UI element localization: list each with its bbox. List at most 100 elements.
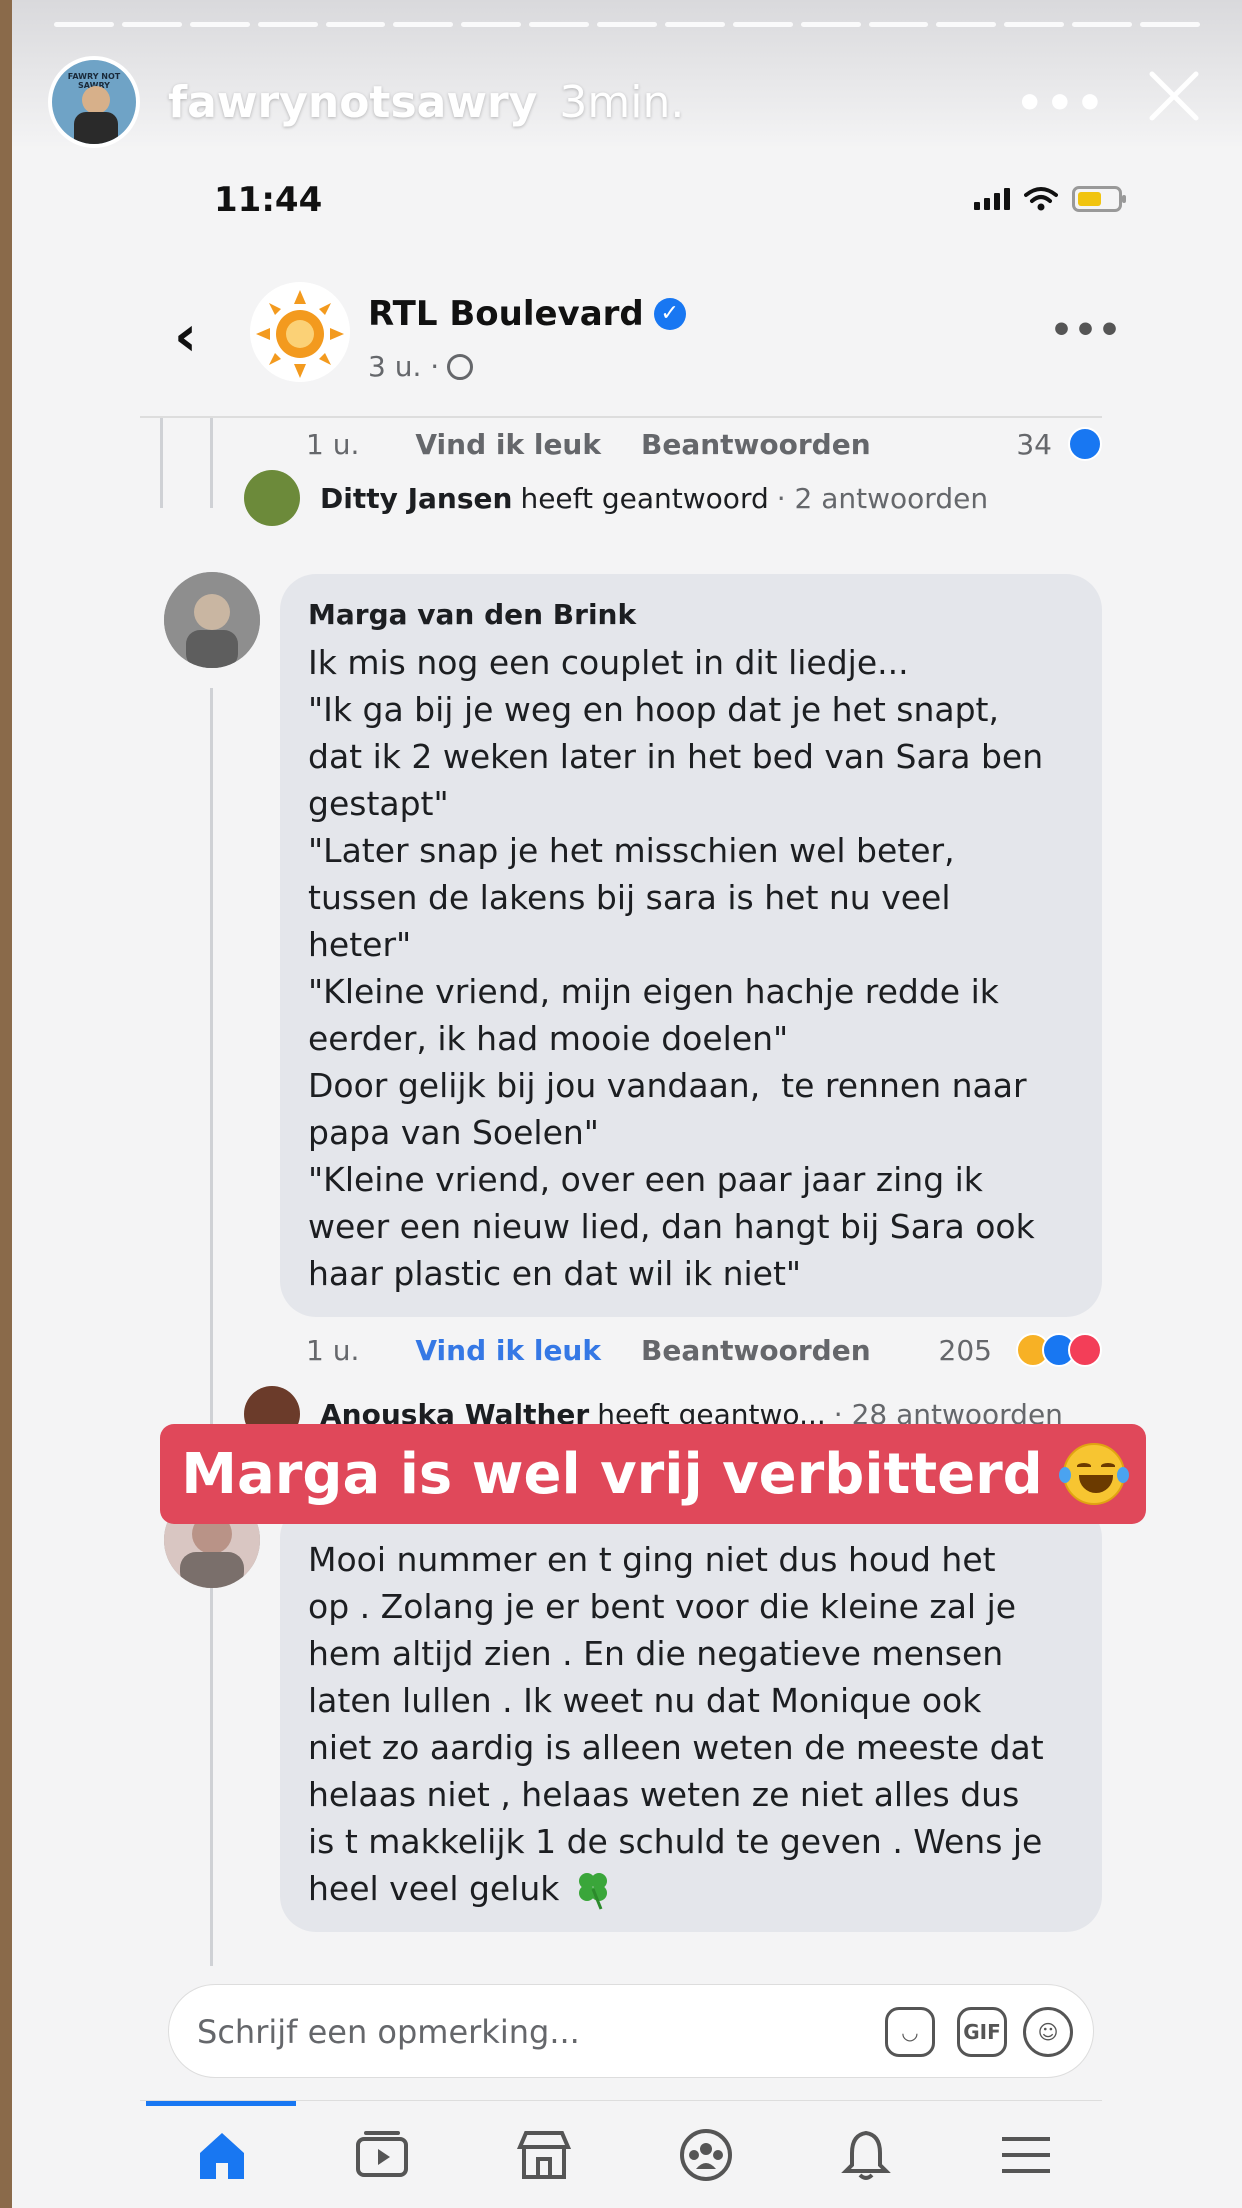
- like-reaction-icon: [1068, 427, 1102, 461]
- reaction-icons[interactable]: [1068, 427, 1102, 461]
- battery-icon: [1072, 186, 1126, 212]
- comment-line: Door gelijk bij jou vandaan, te rennen n…: [308, 1066, 1027, 1105]
- comment-bubble: Marga van den Brink Ik mis nog een coupl…: [280, 574, 1102, 1317]
- progress-segment: [393, 22, 454, 27]
- reply-summary[interactable]: Ditty Jansen heeft geantwoord · 2 antwoo…: [244, 468, 1102, 528]
- bottom-tab-bar: [140, 2100, 1102, 2200]
- comment-line: Mooi nummer en t ging niet dus houd het: [308, 1540, 996, 1579]
- post-meta: 3 u. ·: [368, 350, 474, 383]
- home-icon[interactable]: [192, 2125, 252, 2185]
- progress-segment: [121, 22, 182, 27]
- reaction-icons[interactable]: [1016, 1333, 1102, 1367]
- comment-line: haar plastic en dat wil ik niet": [308, 1254, 802, 1293]
- comment-line: "Kleine vriend, over een paar jaar zing …: [308, 1160, 983, 1199]
- instagram-story: FAWRY NOT SAWRY fawrynotsawry 3min. ••• …: [12, 0, 1242, 2208]
- active-tab-indicator: [146, 2101, 296, 2106]
- page-name[interactable]: RTL Boulevard: [368, 294, 644, 334]
- story-username[interactable]: fawrynotsawry: [168, 77, 537, 128]
- story-timestamp: 3min.: [559, 76, 685, 128]
- comment-time: 1 u.: [306, 427, 360, 461]
- comment-line: op . Zolang je er bent voor die kleine z…: [308, 1587, 1017, 1626]
- story-header: FAWRY NOT SAWRY fawrynotsawry 3min. •••: [48, 56, 1206, 148]
- avatar-face: [82, 86, 110, 114]
- comment-bubble: Mooi nummer en t ging niet dus houd het …: [280, 1502, 1102, 1932]
- reply-button[interactable]: Beantwoorden: [641, 1334, 871, 1367]
- back-button[interactable]: ‹: [174, 304, 197, 369]
- page-name-row: RTL Boulevard ✓: [368, 294, 686, 334]
- comment-line: laten lullen . Ik weet nu dat Monique oo…: [308, 1681, 982, 1720]
- comment-author[interactable]: Marga van den Brink: [308, 598, 1076, 631]
- watch-icon[interactable]: [352, 2125, 412, 2185]
- comment-line: weer een nieuw lied, dan hangt bij Sara …: [308, 1207, 1035, 1246]
- status-clock: 11:44: [214, 180, 323, 220]
- progress-segment: [189, 22, 250, 27]
- progress-segment: [868, 22, 929, 27]
- comment-line: hem altijd zien . En die negatieve mense…: [308, 1634, 1004, 1673]
- comment-line: "Kleine vriend, mijn eigen hachje redde …: [308, 972, 999, 1011]
- close-icon[interactable]: [1142, 64, 1206, 128]
- gif-icon[interactable]: GIF: [957, 2007, 1007, 2057]
- like-button[interactable]: Vind ik leuk: [415, 428, 601, 461]
- verified-icon: ✓: [653, 298, 686, 330]
- post-more-button[interactable]: •••: [1050, 310, 1122, 351]
- comment-line: "Ik ga bij je weg en hoop dat je het sna…: [308, 690, 999, 729]
- avatar[interactable]: [164, 572, 260, 668]
- thread-line: [210, 418, 213, 508]
- progress-segment: [800, 22, 861, 27]
- reply-author: Ditty Jansen: [320, 481, 513, 515]
- reply-count: · 2 antwoorden: [776, 481, 989, 515]
- phone-status-bar: 11:44: [202, 180, 1126, 230]
- story-avatar[interactable]: FAWRY NOT SAWRY: [48, 56, 140, 148]
- comment-composer[interactable]: Schrijf een opmerking... ◡ GIF ☺: [168, 1984, 1094, 2078]
- progress-segment: [529, 22, 589, 27]
- reply-text: heeft geantwoord: [520, 481, 769, 515]
- avatar-image: [164, 572, 260, 668]
- avatar-body: [74, 112, 118, 144]
- progress-segment: [54, 22, 114, 27]
- rtl-boulevard-logo[interactable]: [250, 282, 350, 382]
- comment-line: niet zo aardig is alleen weten de meeste…: [308, 1728, 1044, 1767]
- love-reaction-icon: [1068, 1333, 1102, 1367]
- marketplace-icon[interactable]: [514, 2125, 574, 2185]
- reaction-count: 205: [938, 1333, 992, 1367]
- sticker-icon[interactable]: ◡: [885, 2007, 935, 2057]
- like-button[interactable]: Vind ik leuk: [415, 1334, 601, 1367]
- progress-segment: [664, 22, 725, 27]
- menu-icon[interactable]: [996, 2125, 1056, 2185]
- story-progress-bar: [54, 22, 1200, 27]
- comment-line: Ik mis nog een couplet in dit liedje...: [308, 643, 909, 682]
- progress-segment: [325, 22, 386, 27]
- groups-icon[interactable]: [676, 2125, 736, 2185]
- comment-line: heter": [308, 925, 412, 964]
- comment-line: gestapt": [308, 784, 449, 823]
- bell-icon[interactable]: [836, 2125, 896, 2185]
- comment-actions: 1 u. Vind ik leuk Beantwoorden 34: [306, 424, 1102, 464]
- comment-feed: 1 u. Vind ik leuk Beantwoorden 34 Ditty …: [140, 416, 1102, 1966]
- thread-line: [160, 418, 163, 508]
- status-icons: [974, 186, 1126, 212]
- story-more-button[interactable]: •••: [1016, 78, 1106, 129]
- progress-segment: [732, 22, 793, 27]
- progress-segment: [461, 22, 522, 27]
- avatar: [244, 470, 300, 526]
- post-header: ‹ RTL Boulevard ✓ 3 u. · •••: [172, 280, 1122, 390]
- comment-line: dat ik 2 weken later in het bed van Sara…: [308, 737, 1044, 776]
- globe-icon: [447, 353, 474, 380]
- comment-last-line: heel veel geluk: [308, 1865, 1076, 1912]
- progress-segment: [936, 22, 997, 27]
- post-time: 3 u. ·: [368, 350, 440, 383]
- thread-line: [210, 688, 213, 1966]
- comment-line: "Later snap je het misschien wel beter,: [308, 831, 955, 870]
- reply-button[interactable]: Beantwoorden: [641, 428, 871, 461]
- story-text-sticker: Marga is wel vrij verbitterd: [160, 1424, 1146, 1524]
- comment-line: papa van Soelen": [308, 1113, 599, 1152]
- comment-line: eerder, ik had mooie doelen": [308, 1019, 789, 1058]
- comment-input-placeholder[interactable]: Schrijf een opmerking...: [197, 2013, 580, 2051]
- reaction-count: 34: [1016, 427, 1052, 461]
- comment-line: helaas niet , helaas weten ze niet alles…: [308, 1775, 1020, 1814]
- progress-segment: [597, 22, 657, 27]
- comment-line: is t makkelijk 1 de schuld te geven . We…: [308, 1822, 1043, 1861]
- sticker-text: Marga is wel vrij verbitterd: [181, 1441, 1043, 1507]
- emoji-icon[interactable]: ☺: [1023, 2007, 1073, 2057]
- progress-segment: [1004, 22, 1065, 27]
